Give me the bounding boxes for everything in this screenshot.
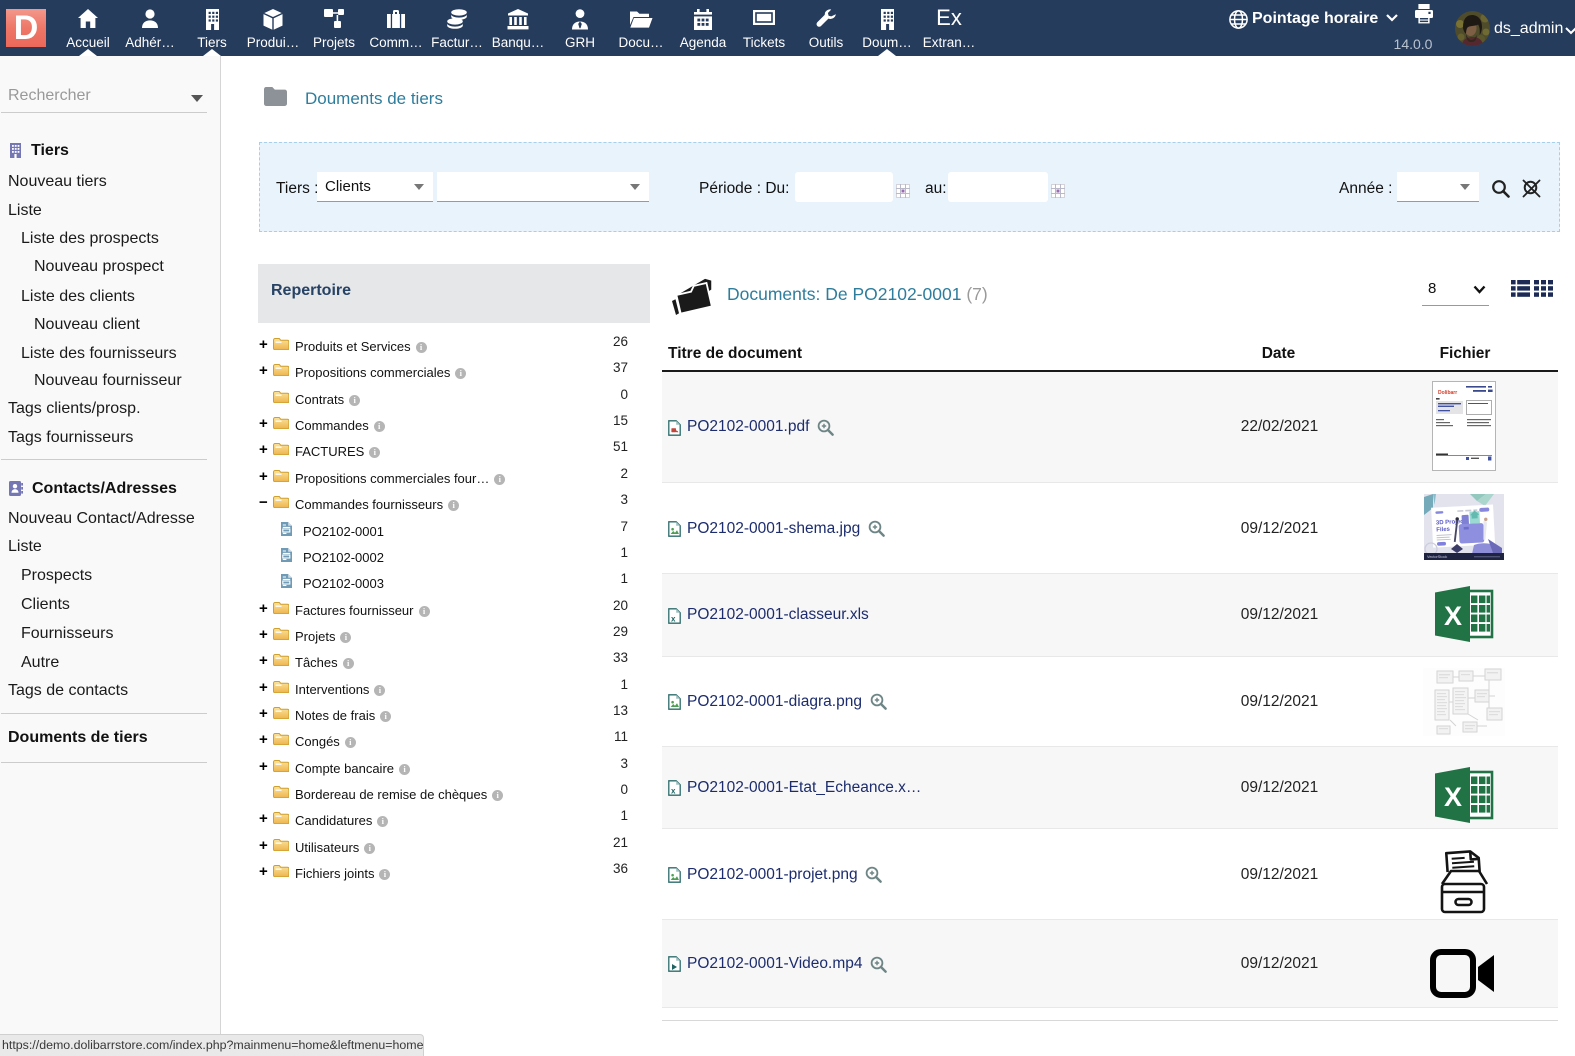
svg-text:Dolibarr: Dolibarr: [1438, 390, 1457, 396]
svg-text:x: x: [671, 615, 676, 624]
svg-text:Files: Files: [1436, 527, 1451, 534]
svg-text:X: X: [1444, 601, 1462, 631]
svg-text:VectorStock: VectorStock: [1427, 555, 1447, 559]
svg-text:x: x: [671, 787, 676, 796]
svg-text:X: X: [1444, 782, 1462, 812]
